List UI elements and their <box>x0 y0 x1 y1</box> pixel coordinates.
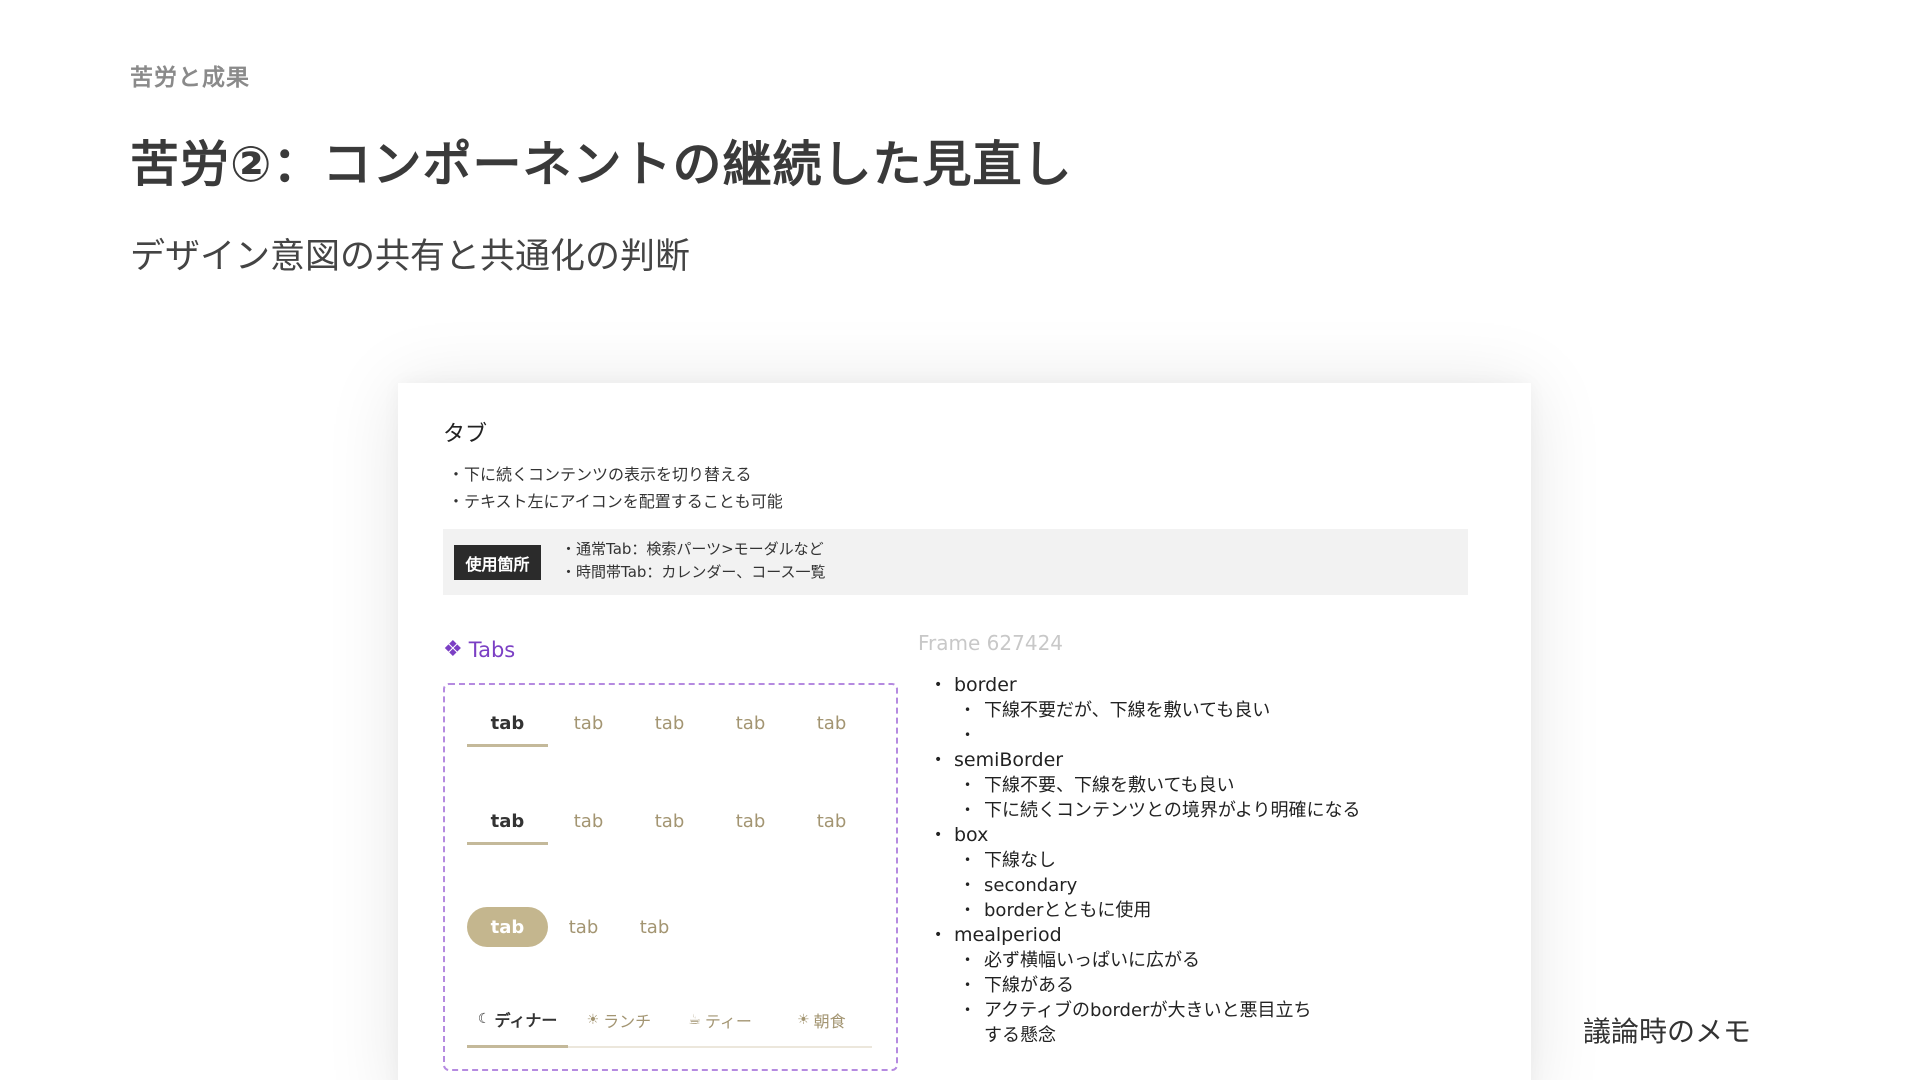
note-mealperiod: mealperiod <box>930 923 1361 948</box>
meal-tab-label: 朝食 <box>813 1011 846 1031</box>
note-sub-item-empty <box>930 723 1361 748</box>
description-list: 下に続くコンテンツの表示を切り替える テキスト左にアイコンを配置することも可能 <box>448 461 783 515</box>
description-item: テキスト左にアイコンを配置することも可能 <box>448 488 783 515</box>
note-box: box <box>930 823 1361 848</box>
tab-item[interactable]: tab <box>548 917 619 938</box>
card-title: タブ <box>443 422 488 447</box>
note-sub-item: secondary <box>930 873 1361 898</box>
tab-item[interactable]: tab <box>710 811 791 845</box>
meal-tab-tea[interactable]: ☕ ティー <box>670 1007 771 1046</box>
tab-item-active[interactable]: tab <box>467 713 548 747</box>
memo-caption: 議論時のメモ <box>1583 1015 1752 1048</box>
usage-badge: 使用箇所 <box>454 545 541 580</box>
sun-icon: ☀ <box>586 1011 600 1028</box>
description-item: 下に続くコンテンツの表示を切り替える <box>448 461 783 488</box>
moon-icon: ☾ <box>477 1011 491 1027</box>
usage-list: 通常Tab：検索パーツ>モーダルなど 時間帯Tab：カレンダー、コース一覧 <box>561 538 826 584</box>
tab-item-active[interactable]: tab <box>467 811 548 845</box>
meal-tab-lunch[interactable]: ☀ ランチ <box>568 1007 669 1046</box>
slide-eyebrow: 苦労と成果 <box>130 65 250 91</box>
frame-label: Frame 627424 <box>918 631 1064 655</box>
tab-item[interactable]: tab <box>710 713 791 747</box>
usage-item: 時間帯Tab：カレンダー、コース一覧 <box>561 561 826 584</box>
note-border: border <box>930 673 1361 698</box>
note-sub-item: 下線不要だが、下線を敷いても良い <box>930 698 1361 723</box>
usage-box: 使用箇所 通常Tab：検索パーツ>モーダルなど 時間帯Tab：カレンダー、コース… <box>443 529 1468 595</box>
meal-tab-label: ティー <box>704 1011 752 1031</box>
cup-icon: ☕ <box>688 1011 701 1028</box>
meal-tab-dinner[interactable]: ☾ ディナー <box>467 1007 569 1048</box>
notes-list: border 下線不要だが、下線を敷いても良い semiBorder 下線不要、… <box>930 673 1361 1048</box>
slide-title: 苦労②：コンポーネントの継続した見直し <box>130 136 1073 193</box>
tab-item[interactable]: tab <box>629 713 710 747</box>
component-label: ❖ Tabs <box>443 637 515 662</box>
note-sub-item: 下線不要、下線を敷いても良い <box>930 773 1361 798</box>
tab-item[interactable]: tab <box>629 811 710 845</box>
component-name: Tabs <box>468 637 516 662</box>
slide-subtitle: デザイン意図の共有と共通化の判断 <box>130 237 691 277</box>
meal-tab-label: ディナー <box>494 1011 558 1030</box>
note-sub-item: アクティブのborderが大きいと悪目立ち <box>930 998 1361 1023</box>
meal-tab-breakfast[interactable]: ☀ 朝食 <box>771 1007 872 1046</box>
tabs-box-variant: tab tab tab <box>467 907 690 947</box>
note-sub-item: borderとともに使用 <box>930 898 1361 923</box>
tabs-semiborder-variant: tab tab tab tab tab <box>467 811 872 845</box>
sunrise-icon: ☀ <box>797 1011 810 1028</box>
tab-item[interactable]: tab <box>619 917 690 938</box>
tabs-border-variant: tab tab tab tab tab <box>467 713 872 747</box>
note-sub-item: 下に続くコンテンツとの境界がより明確になる <box>930 798 1361 823</box>
tab-item[interactable]: tab <box>791 811 872 845</box>
note-sub-item: 必ず横幅いっぱいに広がる <box>930 948 1361 973</box>
tab-item[interactable]: tab <box>791 713 872 747</box>
tab-item[interactable]: tab <box>548 811 629 845</box>
design-doc-card: タブ 下に続くコンテンツの表示を切り替える テキスト左にアイコンを配置することも… <box>398 383 1531 1080</box>
component-icon: ❖ <box>443 637 463 662</box>
tabs-variants-frame: tab tab tab tab tab tab tab tab tab tab … <box>443 683 898 1071</box>
note-semiborder: semiBorder <box>930 748 1361 773</box>
tab-pill-active[interactable]: tab <box>467 907 548 947</box>
tabs-mealperiod-variant: ☾ ディナー ☀ ランチ ☕ ティー ☀ 朝食 <box>467 1007 872 1048</box>
note-sub-item: 下線なし <box>930 848 1361 873</box>
note-sub-continuation: する懸念 <box>984 1025 1056 1046</box>
meal-tab-label: ランチ <box>603 1011 652 1031</box>
note-sub-item: 下線がある <box>930 973 1361 998</box>
usage-item: 通常Tab：検索パーツ>モーダルなど <box>561 538 826 561</box>
tab-item[interactable]: tab <box>548 713 629 747</box>
